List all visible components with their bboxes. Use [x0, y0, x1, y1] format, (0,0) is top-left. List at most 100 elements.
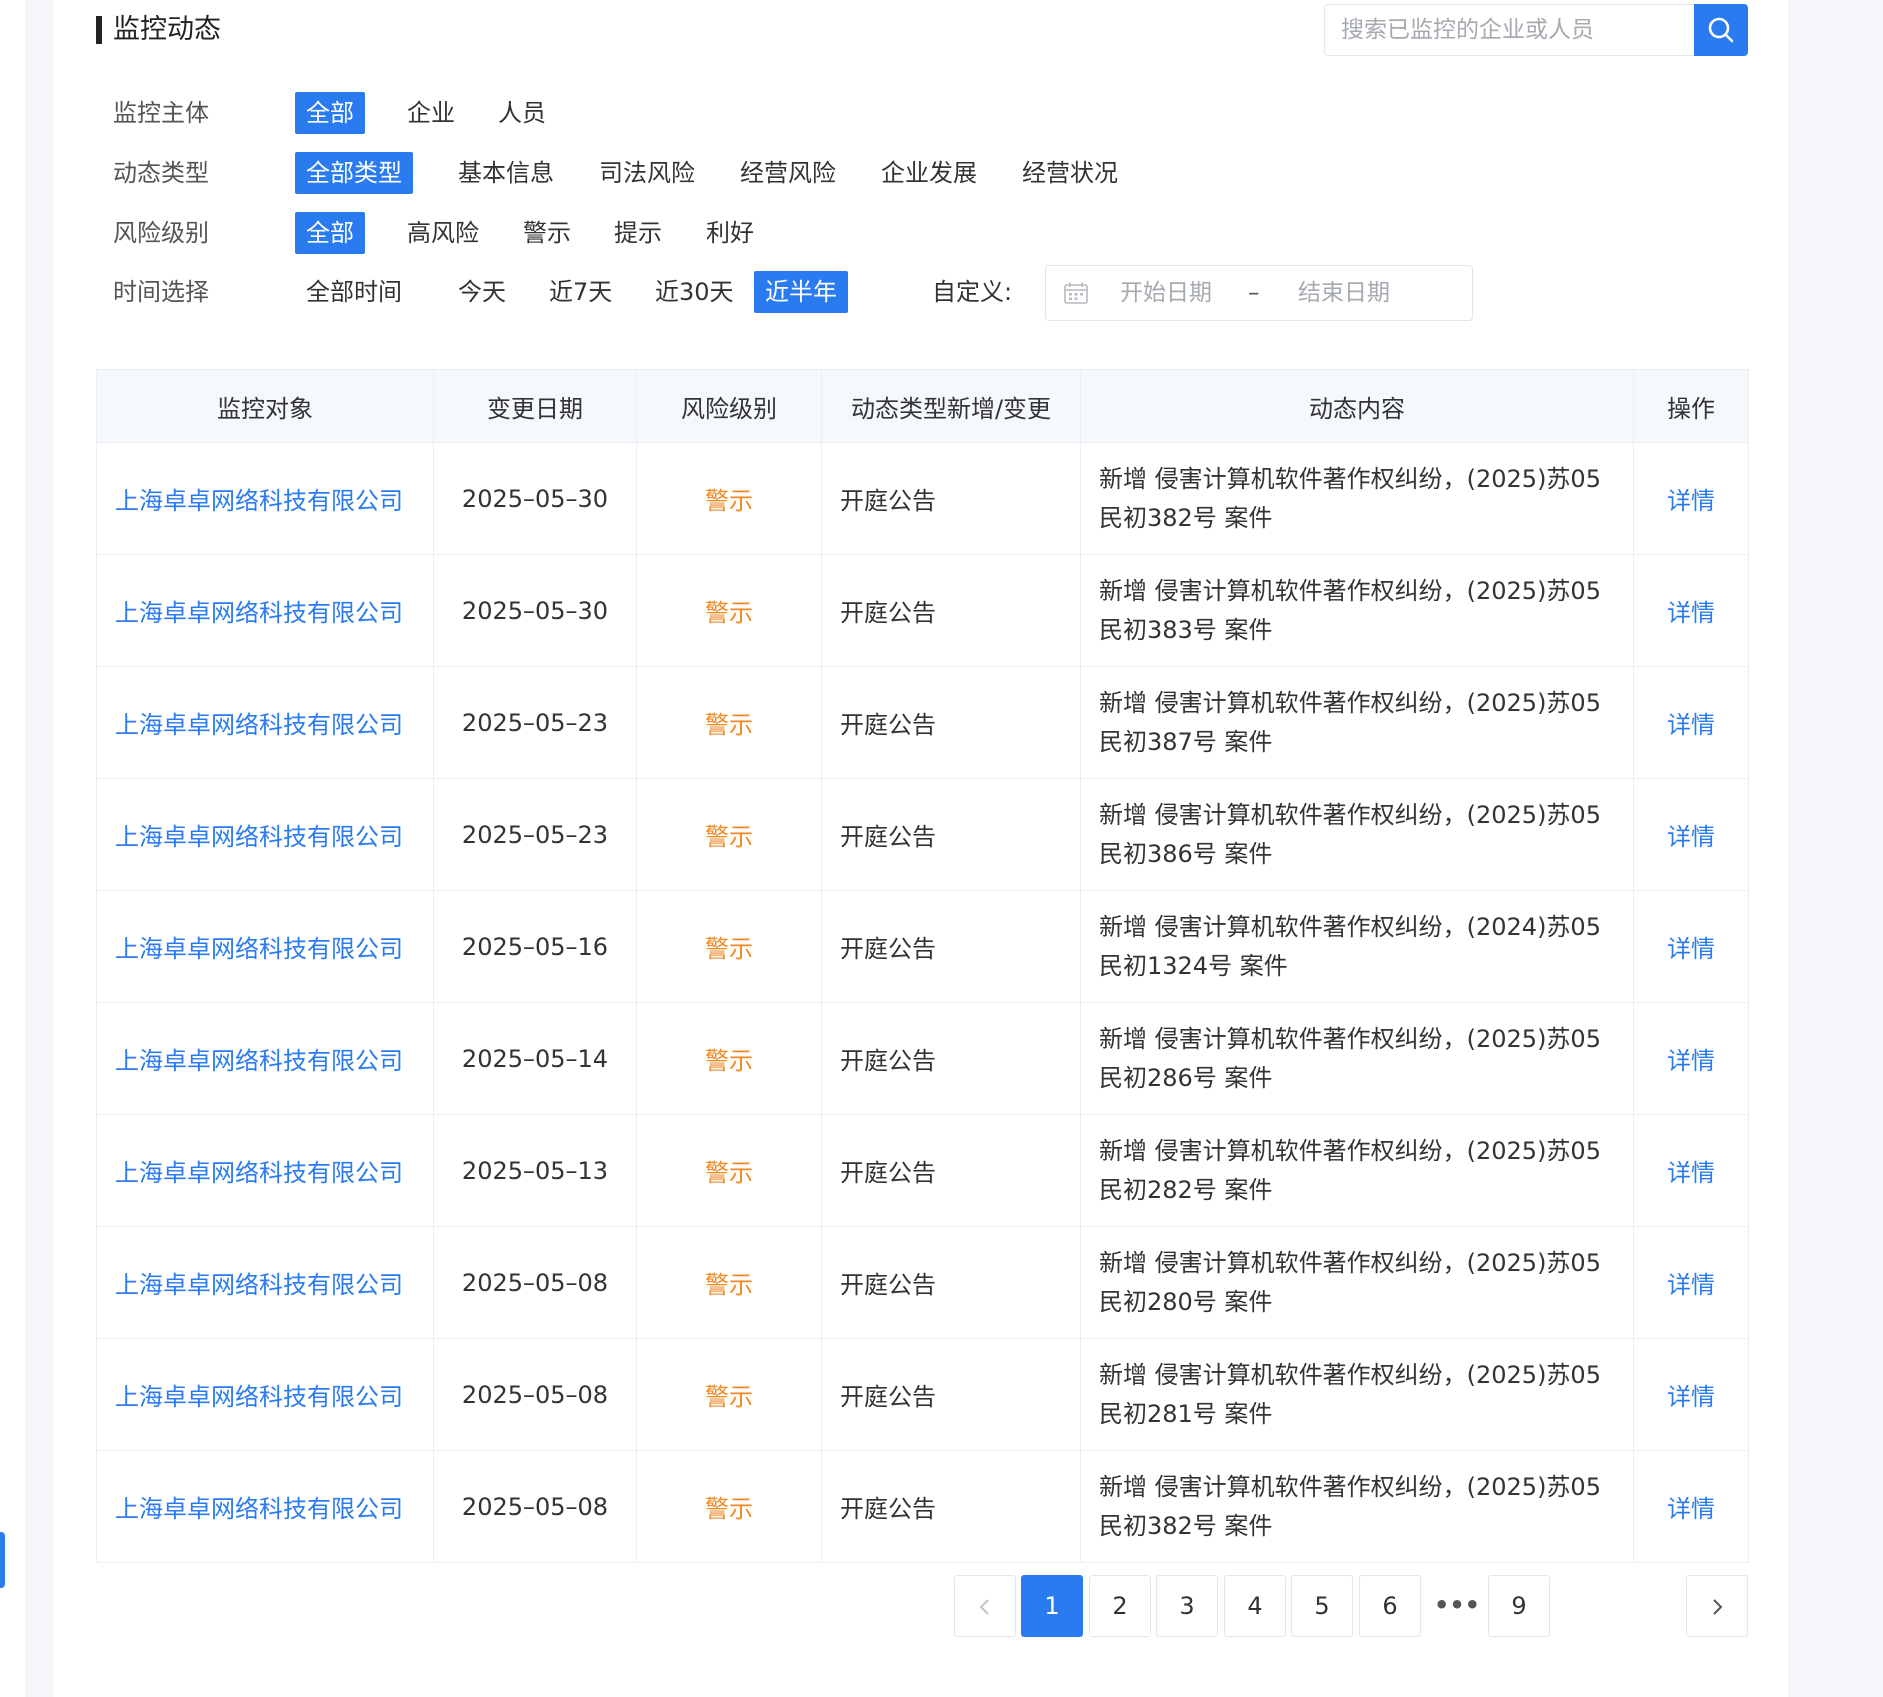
risk-level: 警示: [636, 1450, 822, 1563]
col-header-content: 动态内容: [1080, 369, 1634, 443]
detail-link[interactable]: 详情: [1633, 666, 1749, 779]
risk-option-hint[interactable]: 提示: [603, 212, 673, 254]
time-option-all[interactable]: 全部时间: [295, 271, 413, 313]
type-option-all[interactable]: 全部类型: [295, 152, 413, 194]
dynamic-content: 新增 侵害计算机软件著作权纠纷，(2025)苏05民初282号 案件: [1080, 1114, 1634, 1227]
company-name-link[interactable]: 上海卓卓网络科技有限公司: [96, 1114, 434, 1227]
col-header-date: 变更日期: [433, 369, 637, 443]
change-date: 2025–05–30: [433, 554, 637, 667]
start-date-input[interactable]: 开始日期: [1120, 266, 1212, 320]
title-marker: [96, 16, 102, 44]
table-row: 上海卓卓网络科技有限公司 2025–05–16 警示 开庭公告 新增 侵害计算机软件著作…: [96, 890, 1749, 1003]
filter-risk-label: 风险级别: [113, 219, 209, 247]
detail-link[interactable]: 详情: [1633, 1114, 1749, 1227]
detail-link[interactable]: 详情: [1633, 442, 1749, 555]
company-name-link[interactable]: 上海卓卓网络科技有限公司: [96, 890, 434, 1003]
search-input[interactable]: [1325, 5, 1725, 55]
risk-level: 警示: [636, 666, 822, 779]
company-name-link[interactable]: 上海卓卓网络科技有限公司: [96, 442, 434, 555]
page-button-5[interactable]: 5: [1291, 1575, 1353, 1637]
next-page-button[interactable]: [1686, 1575, 1748, 1637]
risk-level: 警示: [636, 1002, 822, 1115]
company-name-link[interactable]: 上海卓卓网络科技有限公司: [96, 1338, 434, 1451]
table-row: 上海卓卓网络科技有限公司 2025–05–08 警示 开庭公告 新增 侵害计算机软件著作…: [96, 1338, 1749, 1451]
time-option-30days[interactable]: 近30天: [644, 271, 745, 313]
side-collapse-tab[interactable]: [0, 1532, 5, 1588]
risk-level: 警示: [636, 554, 822, 667]
dynamic-content: 新增 侵害计算机软件著作权纠纷，(2025)苏05民初280号 案件: [1080, 1226, 1634, 1339]
dynamic-content: 新增 侵害计算机软件著作权纠纷，(2025)苏05民初382号 案件: [1080, 442, 1634, 555]
detail-link[interactable]: 详情: [1633, 1450, 1749, 1563]
type-option-basic[interactable]: 基本信息: [447, 152, 565, 194]
page-title: 监控动态: [113, 14, 221, 45]
company-name-link[interactable]: 上海卓卓网络科技有限公司: [96, 1226, 434, 1339]
subject-option-person[interactable]: 人员: [487, 92, 557, 134]
subject-option-all[interactable]: 全部: [295, 92, 365, 134]
date-range-picker[interactable]: 开始日期 – 结束日期: [1045, 265, 1473, 321]
detail-link[interactable]: 详情: [1633, 1338, 1749, 1451]
dynamic-type: 开庭公告: [821, 1450, 1081, 1563]
risk-option-positive[interactable]: 利好: [695, 212, 765, 254]
company-name-link[interactable]: 上海卓卓网络科技有限公司: [96, 554, 434, 667]
company-name-link[interactable]: 上海卓卓网络科技有限公司: [96, 1450, 434, 1563]
table-row: 上海卓卓网络科技有限公司 2025–05–08 警示 开庭公告 新增 侵害计算机软件著作…: [96, 1450, 1749, 1563]
risk-level: 警示: [636, 1226, 822, 1339]
detail-link[interactable]: 详情: [1633, 1226, 1749, 1339]
company-name-link[interactable]: 上海卓卓网络科技有限公司: [96, 666, 434, 779]
dynamic-type: 开庭公告: [821, 554, 1081, 667]
dynamic-content: 新增 侵害计算机软件著作权纠纷，(2025)苏05民初387号 案件: [1080, 666, 1634, 779]
table-row: 上海卓卓网络科技有限公司 2025–05–14 警示 开庭公告 新增 侵害计算机软件著作…: [96, 1002, 1749, 1115]
filter-type-label: 动态类型: [113, 159, 209, 187]
dynamic-type: 开庭公告: [821, 1002, 1081, 1115]
type-option-operation-risk[interactable]: 经营风险: [729, 152, 847, 194]
page-ellipsis: •••: [1433, 1591, 1481, 1619]
change-date: 2025–05–14: [433, 1002, 637, 1115]
pagination: 1 2 3 4 5 6 ••• 9: [954, 1575, 1748, 1637]
detail-link[interactable]: 详情: [1633, 890, 1749, 1003]
calendar-icon: [1064, 282, 1088, 304]
company-name-link[interactable]: 上海卓卓网络科技有限公司: [96, 778, 434, 891]
detail-link[interactable]: 详情: [1633, 778, 1749, 891]
change-date: 2025–05–30: [433, 442, 637, 555]
page-button-4[interactable]: 4: [1224, 1575, 1286, 1637]
page-button-2[interactable]: 2: [1089, 1575, 1151, 1637]
detail-link[interactable]: 详情: [1633, 554, 1749, 667]
col-header-risk: 风险级别: [636, 369, 822, 443]
dynamic-type: 开庭公告: [821, 1226, 1081, 1339]
page-button-6[interactable]: 6: [1359, 1575, 1421, 1637]
search-button[interactable]: [1694, 4, 1748, 56]
prev-page-button[interactable]: [954, 1575, 1016, 1637]
dynamic-content: 新增 侵害计算机软件著作权纠纷，(2024)苏05民初1324号 案件: [1080, 890, 1634, 1003]
search-box: [1324, 4, 1748, 56]
table-header-row: 监控对象 变更日期 风险级别 动态类型新增/变更 动态内容 操作: [96, 369, 1749, 443]
time-option-7days[interactable]: 近7天: [538, 271, 623, 313]
risk-level: 警示: [636, 1338, 822, 1451]
end-date-input[interactable]: 结束日期: [1298, 266, 1390, 320]
risk-option-high[interactable]: 高风险: [396, 212, 490, 254]
risk-option-warning[interactable]: 警示: [512, 212, 582, 254]
type-option-status[interactable]: 经营状况: [1011, 152, 1129, 194]
col-header-action: 操作: [1633, 369, 1749, 443]
dynamic-type: 开庭公告: [821, 666, 1081, 779]
table-row: 上海卓卓网络科技有限公司 2025–05–08 警示 开庭公告 新增 侵害计算机软件著作…: [96, 1226, 1749, 1339]
date-separator: –: [1248, 280, 1260, 306]
page-button-3[interactable]: 3: [1156, 1575, 1218, 1637]
dynamic-type: 开庭公告: [821, 778, 1081, 891]
subject-option-company[interactable]: 企业: [396, 92, 466, 134]
page-button-1[interactable]: 1: [1021, 1575, 1083, 1637]
chevron-right-icon: [1713, 1599, 1723, 1615]
table-row: 上海卓卓网络科技有限公司 2025–05–30 警示 开庭公告 新增 侵害计算机软件著作…: [96, 442, 1749, 555]
dynamic-type: 开庭公告: [821, 890, 1081, 1003]
risk-option-all[interactable]: 全部: [295, 212, 365, 254]
type-option-development[interactable]: 企业发展: [870, 152, 988, 194]
page-button-9[interactable]: 9: [1488, 1575, 1550, 1637]
time-option-today[interactable]: 今天: [447, 271, 517, 313]
type-option-judicial[interactable]: 司法风险: [588, 152, 706, 194]
risk-level: 警示: [636, 778, 822, 891]
custom-date-label: 自定义:: [932, 278, 1013, 306]
col-header-type: 动态类型新增/变更: [821, 369, 1081, 443]
time-option-half-year[interactable]: 近半年: [754, 271, 848, 313]
dynamic-type: 开庭公告: [821, 442, 1081, 555]
detail-link[interactable]: 详情: [1633, 1002, 1749, 1115]
company-name-link[interactable]: 上海卓卓网络科技有限公司: [96, 1002, 434, 1115]
